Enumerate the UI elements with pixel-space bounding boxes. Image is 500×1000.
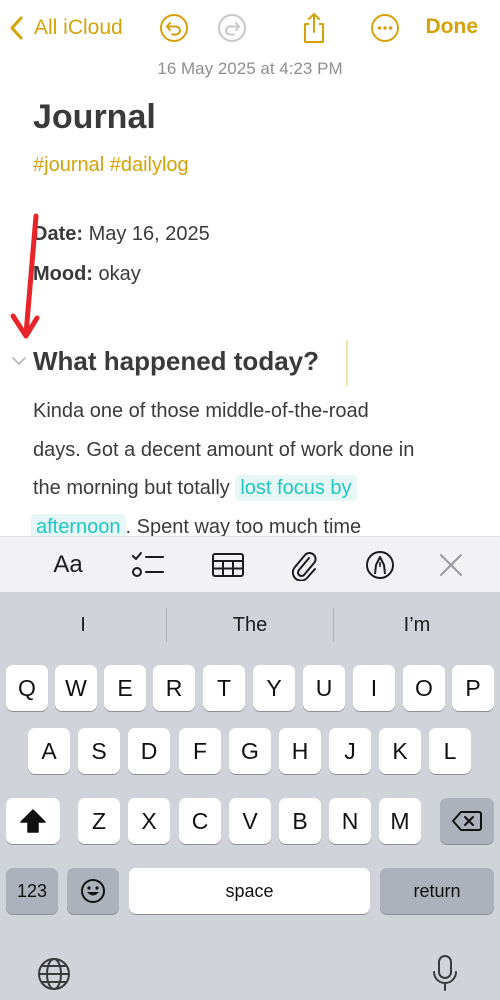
key-b[interactable]: B — [279, 798, 321, 844]
key-r[interactable]: R — [153, 665, 195, 711]
key-f[interactable]: F — [179, 728, 221, 774]
suggestion-item[interactable]: The — [167, 592, 333, 658]
predictive-suggestions: I The I’m — [0, 592, 500, 658]
return-key[interactable]: return — [380, 868, 494, 914]
keyboard: I The I’m Q W E R T Y U I O P A S D F G … — [0, 592, 500, 1000]
redo-icon — [218, 14, 246, 42]
suggestion-item[interactable]: I’m — [334, 592, 500, 658]
undo-button[interactable] — [157, 11, 191, 45]
emoji-icon — [81, 879, 105, 903]
key-k[interactable]: K — [379, 728, 421, 774]
markup-button[interactable] — [362, 549, 398, 581]
back-button[interactable]: All iCloud — [8, 12, 123, 44]
paragraph-text: . Spent way too much time — [125, 515, 362, 538]
microphone-icon[interactable] — [428, 952, 462, 994]
key-e[interactable]: E — [104, 665, 146, 711]
note-title[interactable]: Journal — [33, 92, 473, 142]
redo-button[interactable] — [215, 11, 249, 45]
key-y[interactable]: Y — [253, 665, 295, 711]
more-options-button[interactable] — [368, 11, 402, 45]
paperclip-icon — [291, 552, 317, 581]
key-s[interactable]: S — [78, 728, 120, 774]
table-button[interactable] — [210, 549, 246, 581]
chevron-left-icon — [10, 16, 23, 40]
key-a[interactable]: A — [28, 728, 70, 774]
paragraph-line: days. Got a decent amount of work done i… — [33, 438, 415, 461]
backspace-icon — [452, 811, 482, 831]
mood-value: okay — [92, 263, 141, 285]
section-heading[interactable]: What happened today? — [33, 340, 319, 382]
close-toolbar-button[interactable] — [433, 549, 469, 581]
numbers-key[interactable]: 123 — [6, 868, 58, 914]
suggestion-item[interactable]: I — [0, 592, 166, 658]
key-l[interactable]: L — [429, 728, 471, 774]
key-v[interactable]: V — [229, 798, 271, 844]
checklist-button[interactable] — [130, 549, 166, 581]
key-h[interactable]: H — [279, 728, 321, 774]
date-field[interactable]: Date: May 16, 2025 — [33, 214, 473, 254]
shift-icon — [20, 809, 46, 833]
key-o[interactable]: O — [403, 665, 445, 711]
delete-key[interactable] — [440, 798, 494, 844]
share-icon — [304, 13, 324, 43]
collapse-chevron-icon[interactable] — [10, 354, 28, 368]
ellipsis-circle-icon — [371, 14, 399, 42]
table-icon — [212, 553, 244, 577]
key-u[interactable]: U — [303, 665, 345, 711]
close-icon — [440, 554, 462, 576]
paragraph-line: Kinda one of those middle-of-the-road — [33, 400, 369, 422]
key-i[interactable]: I — [353, 665, 395, 711]
mood-field[interactable]: Mood: okay — [33, 254, 473, 294]
key-d[interactable]: D — [128, 728, 170, 774]
key-c[interactable]: C — [179, 798, 221, 844]
note-tags[interactable]: #journal #dailylog — [33, 150, 473, 180]
date-value: May 16, 2025 — [83, 223, 210, 245]
key-w[interactable]: W — [55, 665, 97, 711]
emoji-key[interactable] — [67, 868, 119, 914]
text-style-button[interactable]: Aa — [50, 549, 86, 581]
key-q[interactable]: Q — [6, 665, 48, 711]
undo-icon — [160, 14, 188, 42]
key-g[interactable]: G — [229, 728, 271, 774]
shift-key[interactable] — [6, 798, 60, 844]
globe-icon[interactable] — [34, 954, 74, 994]
checklist-icon — [132, 552, 164, 577]
format-toolbar: Aa — [0, 536, 500, 592]
back-button-label: All iCloud — [34, 16, 123, 39]
journal-paragraph[interactable]: Kinda one of those middle-of-the-road da… — [31, 392, 473, 546]
key-z[interactable]: Z — [78, 798, 120, 844]
note-timestamp: 16 May 2025 at 4:23 PM — [157, 59, 343, 78]
attachment-button[interactable] — [286, 549, 322, 581]
note-body[interactable]: Journal #journal #dailylog Date: May 16,… — [33, 92, 473, 294]
highlighted-text[interactable]: lost focus by — [235, 475, 357, 501]
key-p[interactable]: P — [452, 665, 494, 711]
paragraph-text: the morning but totally — [33, 477, 236, 499]
key-n[interactable]: N — [329, 798, 371, 844]
annotation-arrow-icon — [10, 213, 40, 339]
text-cursor — [346, 340, 348, 386]
space-key[interactable]: space — [129, 868, 370, 914]
key-j[interactable]: J — [329, 728, 371, 774]
key-m[interactable]: M — [379, 798, 421, 844]
pen-tip-circle-icon — [366, 551, 394, 579]
key-t[interactable]: T — [203, 665, 245, 711]
navigation-bar: All iCloud Done — [0, 0, 500, 56]
key-x[interactable]: X — [128, 798, 170, 844]
share-button[interactable] — [297, 11, 331, 45]
done-button[interactable]: Done — [426, 15, 479, 39]
paragraph-line: the morning but totally lost focus by — [33, 469, 473, 508]
